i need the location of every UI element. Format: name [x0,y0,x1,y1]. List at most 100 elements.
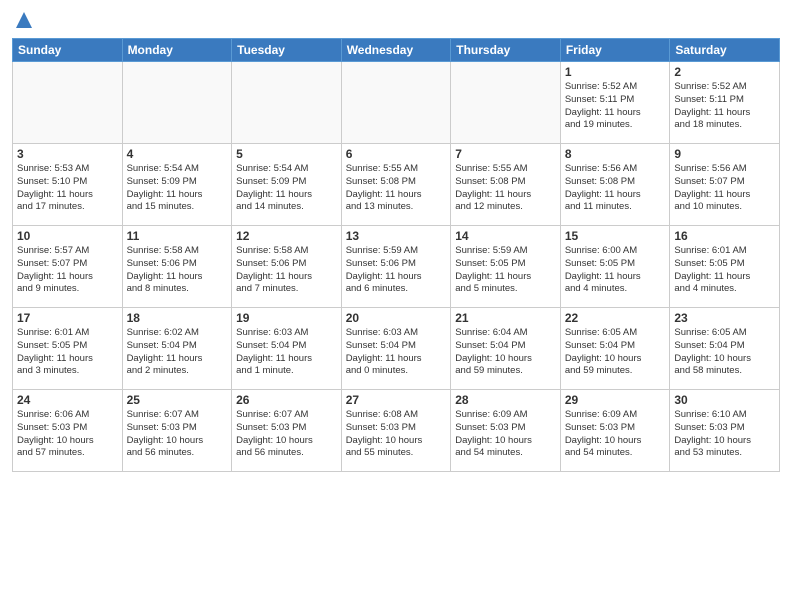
day-info: Sunrise: 5:54 AM Sunset: 5:09 PM Dayligh… [127,163,228,214]
day-cell: 29 Sunrise: 6:09 AM Sunset: 5:03 PM Dayli… [560,390,670,472]
day-cell [232,62,342,144]
day-info: Sunrise: 5:52 AM Sunset: 5:11 PM Dayligh… [674,81,775,132]
day-number: 28 [455,393,556,407]
day-info: Sunrise: 5:58 AM Sunset: 5:06 PM Dayligh… [127,245,228,296]
day-cell [13,62,123,144]
day-cell: 17Sunrise: 6:01 AM Sunset: 5:05 PM Dayli… [13,308,123,390]
day-number: 22 [565,311,666,325]
day-cell [122,62,232,144]
day-cell: 26 Sunrise: 6:07 AM Sunset: 5:03 PM Dayli… [232,390,342,472]
day-number: 20 [346,311,447,325]
day-info: Sunrise: 5:58 AM Sunset: 5:06 PM Dayligh… [236,245,337,296]
day-info: Sunrise: 5:55 AM Sunset: 5:08 PM Dayligh… [346,163,447,214]
day-cell: 10 Sunrise: 5:57 AM Sunset: 5:07 PM Dayli… [13,226,123,308]
day-cell [451,62,561,144]
logo-icon [14,10,34,30]
day-number: 21 [455,311,556,325]
day-cell: 20 Sunrise: 6:03 AM Sunset: 5:04 PM Dayli… [341,308,451,390]
day-info: Sunrise: 6:02 AM Sunset: 5:04 PM Dayligh… [127,327,228,378]
day-info: Sunrise: 6:01 AM Sunset: 5:05 PM Dayligh… [674,245,775,296]
day-number: 15 [565,229,666,243]
day-cell: 27 Sunrise: 6:08 AM Sunset: 5:03 PM Dayli… [341,390,451,472]
day-cell: 8 Sunrise: 5:56 AM Sunset: 5:08 PM Daylig… [560,144,670,226]
day-number: 12 [236,229,337,243]
day-info: Sunrise: 6:00 AM Sunset: 5:05 PM Dayligh… [565,245,666,296]
day-info: Sunrise: 5:54 AM Sunset: 5:09 PM Dayligh… [236,163,337,214]
day-cell: 12 Sunrise: 5:58 AM Sunset: 5:06 PM Dayli… [232,226,342,308]
day-cell: 18 Sunrise: 6:02 AM Sunset: 5:04 PM Dayli… [122,308,232,390]
day-number: 25 [127,393,228,407]
day-cell: 11Sunrise: 5:58 AM Sunset: 5:06 PM Dayli… [122,226,232,308]
day-number: 4 [127,147,228,161]
day-cell: 1 Sunrise: 5:52 AM Sunset: 5:11 PM Daylig… [560,62,670,144]
weekday-tuesday: Tuesday [232,39,342,62]
day-cell: 7 Sunrise: 5:55 AM Sunset: 5:08 PM Daylig… [451,144,561,226]
day-cell: 9Sunrise: 5:56 AM Sunset: 5:07 PM Daylig… [670,144,780,226]
day-number: 6 [346,147,447,161]
day-number: 24 [17,393,118,407]
day-number: 18 [127,311,228,325]
week-row-3: 10 Sunrise: 5:57 AM Sunset: 5:07 PM Dayli… [13,226,780,308]
day-info: Sunrise: 6:03 AM Sunset: 5:04 PM Dayligh… [236,327,337,378]
day-number: 29 [565,393,666,407]
day-info: Sunrise: 5:59 AM Sunset: 5:06 PM Dayligh… [346,245,447,296]
day-cell: 19 Sunrise: 6:03 AM Sunset: 5:04 PM Dayli… [232,308,342,390]
day-cell: 25 Sunrise: 6:07 AM Sunset: 5:03 PM Dayli… [122,390,232,472]
header [12,10,780,30]
day-number: 1 [565,65,666,79]
day-cell: 24Sunrise: 6:06 AM Sunset: 5:03 PM Dayli… [13,390,123,472]
day-number: 26 [236,393,337,407]
day-info: Sunrise: 5:57 AM Sunset: 5:07 PM Dayligh… [17,245,118,296]
day-number: 7 [455,147,556,161]
day-cell: 28 Sunrise: 6:09 AM Sunset: 5:03 PM Dayli… [451,390,561,472]
day-cell: 3 Sunrise: 5:53 AM Sunset: 5:10 PM Daylig… [13,144,123,226]
day-number: 23 [674,311,775,325]
day-info: Sunrise: 6:05 AM Sunset: 5:04 PM Dayligh… [674,327,775,378]
weekday-sunday: Sunday [13,39,123,62]
weekday-saturday: Saturday [670,39,780,62]
weekday-header-row: SundayMondayTuesdayWednesdayThursdayFrid… [13,39,780,62]
page-container: SundayMondayTuesdayWednesdayThursdayFrid… [0,0,792,480]
day-info: Sunrise: 6:08 AM Sunset: 5:03 PM Dayligh… [346,409,447,460]
day-info: Sunrise: 6:05 AM Sunset: 5:04 PM Dayligh… [565,327,666,378]
day-cell: 5 Sunrise: 5:54 AM Sunset: 5:09 PM Daylig… [232,144,342,226]
day-info: Sunrise: 6:01 AM Sunset: 5:05 PM Dayligh… [17,327,118,378]
day-number: 27 [346,393,447,407]
day-number: 3 [17,147,118,161]
day-info: Sunrise: 5:53 AM Sunset: 5:10 PM Dayligh… [17,163,118,214]
day-info: Sunrise: 6:03 AM Sunset: 5:04 PM Dayligh… [346,327,447,378]
day-info: Sunrise: 6:07 AM Sunset: 5:03 PM Dayligh… [236,409,337,460]
day-info: Sunrise: 5:59 AM Sunset: 5:05 PM Dayligh… [455,245,556,296]
day-info: Sunrise: 6:09 AM Sunset: 5:03 PM Dayligh… [565,409,666,460]
day-info: Sunrise: 6:10 AM Sunset: 5:03 PM Dayligh… [674,409,775,460]
day-cell: 21 Sunrise: 6:04 AM Sunset: 5:04 PM Dayli… [451,308,561,390]
day-cell: 6 Sunrise: 5:55 AM Sunset: 5:08 PM Daylig… [341,144,451,226]
day-info: Sunrise: 6:09 AM Sunset: 5:03 PM Dayligh… [455,409,556,460]
week-row-5: 24Sunrise: 6:06 AM Sunset: 5:03 PM Dayli… [13,390,780,472]
day-number: 5 [236,147,337,161]
day-info: Sunrise: 5:52 AM Sunset: 5:11 PM Dayligh… [565,81,666,132]
day-cell: 30 Sunrise: 6:10 AM Sunset: 5:03 PM Dayli… [670,390,780,472]
weekday-friday: Friday [560,39,670,62]
day-info: Sunrise: 6:04 AM Sunset: 5:04 PM Dayligh… [455,327,556,378]
day-number: 13 [346,229,447,243]
day-cell: 13 Sunrise: 5:59 AM Sunset: 5:06 PM Dayli… [341,226,451,308]
week-row-2: 3 Sunrise: 5:53 AM Sunset: 5:10 PM Daylig… [13,144,780,226]
weekday-monday: Monday [122,39,232,62]
day-number: 19 [236,311,337,325]
calendar-table: SundayMondayTuesdayWednesdayThursdayFrid… [12,38,780,472]
day-number: 14 [455,229,556,243]
weekday-thursday: Thursday [451,39,561,62]
week-row-1: 1 Sunrise: 5:52 AM Sunset: 5:11 PM Daylig… [13,62,780,144]
day-number: 2 [674,65,775,79]
day-number: 10 [17,229,118,243]
day-cell: 4 Sunrise: 5:54 AM Sunset: 5:09 PM Daylig… [122,144,232,226]
day-number: 30 [674,393,775,407]
day-cell: 16Sunrise: 6:01 AM Sunset: 5:05 PM Dayli… [670,226,780,308]
day-cell: 14 Sunrise: 5:59 AM Sunset: 5:05 PM Dayli… [451,226,561,308]
day-cell [341,62,451,144]
day-info: Sunrise: 5:55 AM Sunset: 5:08 PM Dayligh… [455,163,556,214]
day-info: Sunrise: 5:56 AM Sunset: 5:08 PM Dayligh… [565,163,666,214]
day-info: Sunrise: 6:07 AM Sunset: 5:03 PM Dayligh… [127,409,228,460]
day-number: 8 [565,147,666,161]
